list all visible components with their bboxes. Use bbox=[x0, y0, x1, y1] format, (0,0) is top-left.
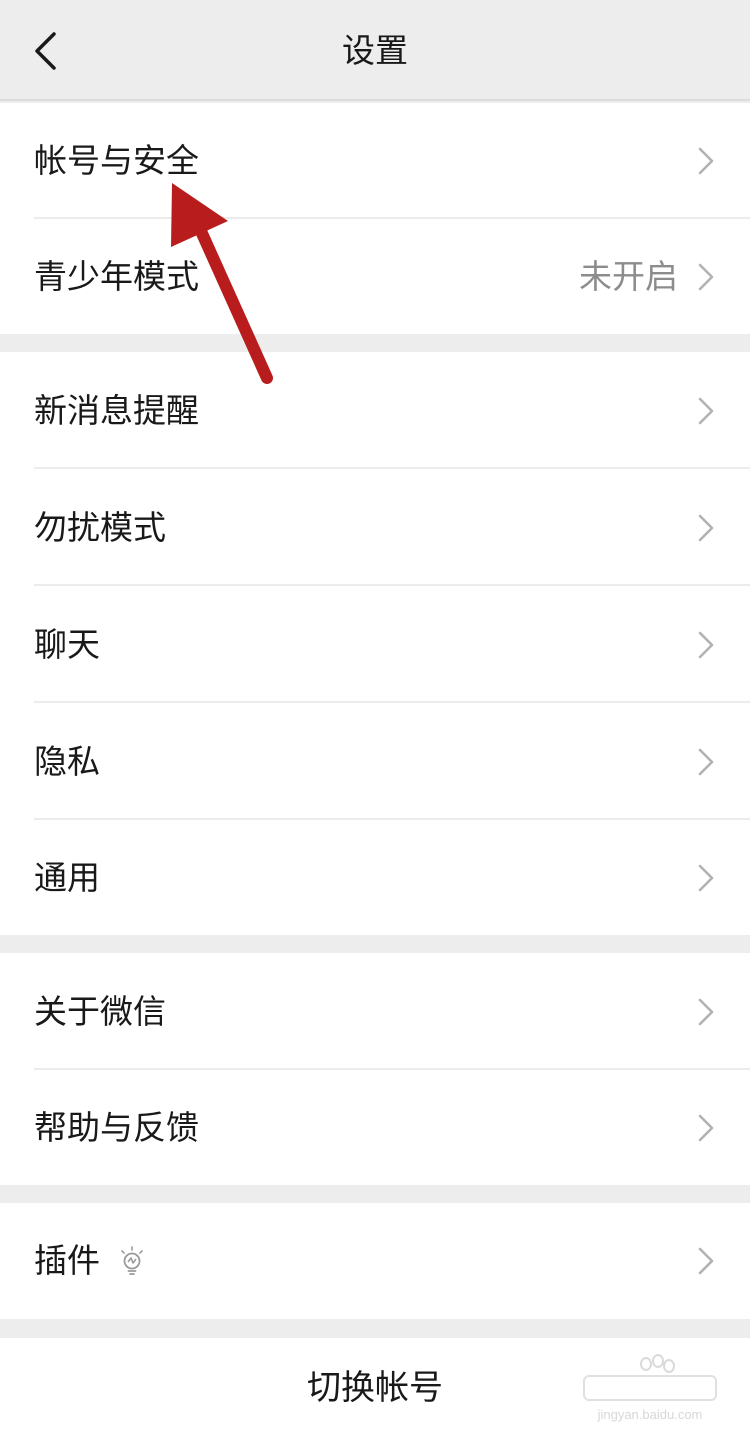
chevron-right-icon bbox=[696, 512, 716, 544]
chevron-right-icon bbox=[696, 261, 716, 293]
settings-item-general[interactable]: 通用 bbox=[0, 820, 750, 935]
settings-item-label: 帐号与安全 bbox=[34, 141, 199, 180]
teen-mode-status: 未开启 bbox=[579, 256, 678, 296]
settings-item-help-feedback[interactable]: 帮助与反馈 bbox=[0, 1070, 750, 1185]
chevron-right-icon bbox=[696, 996, 716, 1028]
settings-item-teen-mode[interactable]: 青少年模式 未开启 bbox=[0, 219, 750, 334]
settings-item-about-wechat[interactable]: 关于微信 bbox=[0, 953, 750, 1070]
settings-item-privacy[interactable]: 隐私 bbox=[0, 703, 750, 820]
settings-group-about: 关于微信 帮助与反馈 bbox=[0, 953, 750, 1185]
settings-item-label: 帮助与反馈 bbox=[34, 1107, 199, 1147]
page-title: 设置 bbox=[342, 31, 408, 70]
chevron-right-icon bbox=[696, 1245, 716, 1277]
settings-item-chat[interactable]: 聊天 bbox=[0, 586, 750, 703]
chevron-right-icon bbox=[696, 629, 716, 661]
settings-group-plugins: 插件 bbox=[0, 1203, 750, 1319]
settings-item-new-message-alerts[interactable]: 新消息提醒 bbox=[0, 352, 750, 469]
settings-item-do-not-disturb[interactable]: 勿扰模式 bbox=[0, 469, 750, 586]
nav-bar: 设置 bbox=[0, 0, 750, 101]
settings-item-label: 插件 bbox=[34, 1241, 100, 1280]
chevron-right-icon bbox=[696, 395, 716, 427]
watermark-text: jingyan.baidu.com bbox=[597, 1407, 703, 1422]
settings-item-label: 勿扰模式 bbox=[34, 507, 166, 547]
settings-item-label: 聊天 bbox=[34, 624, 100, 664]
settings-item-label: 关于微信 bbox=[34, 991, 166, 1031]
chevron-right-icon bbox=[696, 746, 716, 778]
settings-item-label: 新消息提醒 bbox=[34, 390, 199, 430]
settings-item-account-security[interactable]: 帐号与安全 bbox=[0, 103, 750, 219]
paw-logo-icon bbox=[583, 1354, 717, 1401]
settings-group-general: 新消息提醒 勿扰模式 聊天 隐私 通用 bbox=[0, 352, 750, 935]
chevron-right-icon bbox=[696, 145, 716, 177]
settings-item-label: 通用 bbox=[34, 857, 100, 897]
settings-item-label: 隐私 bbox=[34, 741, 100, 781]
settings-item-plugins[interactable]: 插件 bbox=[0, 1203, 750, 1319]
settings-group-account: 帐号与安全 青少年模式 未开启 bbox=[0, 103, 750, 334]
chevron-right-icon bbox=[696, 862, 716, 894]
settings-item-label: 青少年模式 bbox=[34, 256, 199, 296]
baidu-watermark: jingyan.baidu.com bbox=[580, 1352, 720, 1422]
chevron-right-icon bbox=[696, 1112, 716, 1144]
lightbulb-icon bbox=[121, 1246, 143, 1275]
